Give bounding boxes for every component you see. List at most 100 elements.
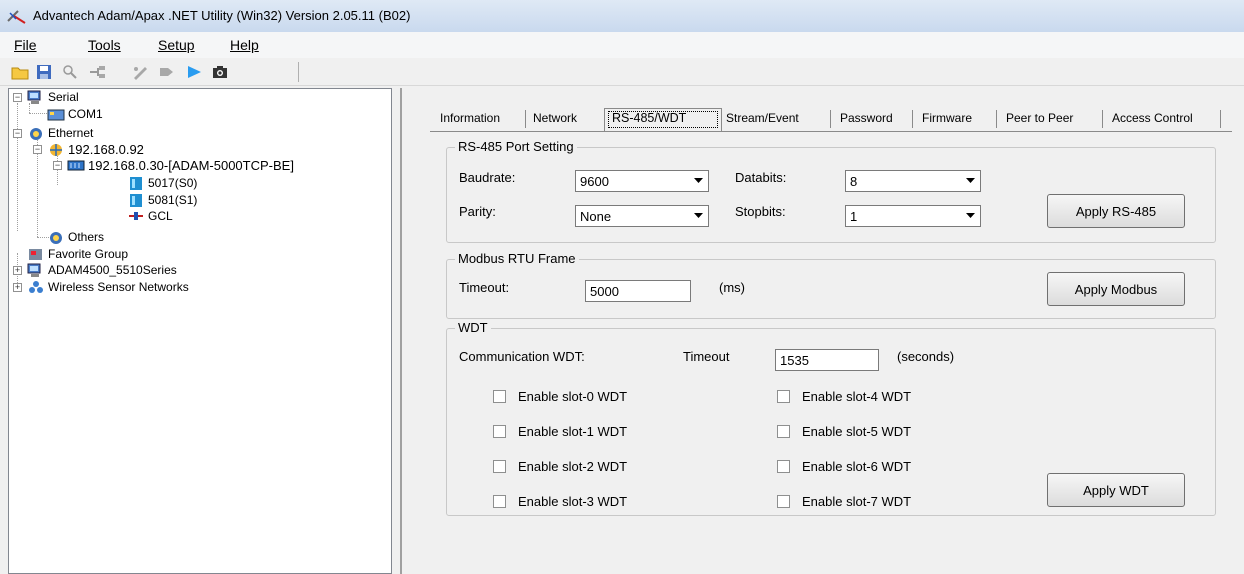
slot-3-wdt-label: Enable slot-3 WDT — [518, 493, 628, 509]
menu-file[interactable]: File — [14, 37, 37, 53]
apply-modbus-button[interactable]: Apply Modbus — [1047, 272, 1185, 306]
tree-item-slot0-label: 5017(S0) — [148, 176, 198, 190]
slot-5-wdt-label: Enable slot-5 WDT — [802, 423, 912, 439]
module-icon — [130, 176, 142, 190]
wdt-group: WDT Communication WDT: Timeout 1535 (sec… — [446, 320, 1216, 516]
chevron-down-icon — [690, 208, 706, 224]
tab-rs485-wdt[interactable]: RS-485/WDT — [612, 111, 686, 125]
search-icon[interactable] — [60, 62, 80, 82]
slot-7-wdt-checkbox[interactable]: Enable slot-7 WDT — [777, 493, 911, 509]
baudrate-label: Baudrate: — [459, 170, 516, 185]
tree-item-adam4500[interactable]: ADAM4500_5510Series — [27, 262, 177, 278]
app-icon — [7, 10, 26, 24]
collapse-icon[interactable]: − — [13, 93, 22, 102]
slot-1-wdt-checkbox[interactable]: Enable slot-1 WDT — [493, 423, 627, 439]
checkbox-box — [493, 389, 506, 403]
collapse-icon[interactable]: − — [13, 129, 22, 138]
tree-item-host[interactable]: 192.168.0.92 — [47, 141, 144, 157]
slot-2-wdt-checkbox[interactable]: Enable slot-2 WDT — [493, 458, 627, 474]
tree-item-gcl[interactable]: GCL — [127, 208, 173, 224]
others-icon — [50, 231, 62, 244]
tree-line — [17, 103, 18, 231]
slot-4-wdt-checkbox[interactable]: Enable slot-4 WDT — [777, 388, 911, 404]
save-icon[interactable] — [34, 62, 54, 82]
connect-icon[interactable] — [130, 62, 150, 82]
expand-icon[interactable]: + — [13, 266, 22, 275]
databits-value: 8 — [850, 174, 858, 189]
tab-separator — [996, 110, 997, 128]
module-icon — [130, 193, 142, 207]
toolbar — [0, 58, 1244, 86]
tree-item-com1[interactable]: COM1 — [47, 106, 103, 122]
checkbox-box — [493, 459, 506, 473]
slot-7-wdt-label: Enable slot-7 WDT — [802, 493, 912, 509]
menu-tools[interactable]: Tools — [88, 37, 121, 53]
chevron-down-icon — [962, 208, 978, 224]
title-bar: Advantech Adam/Apax .NET Utility (Win32)… — [0, 0, 1244, 32]
tree-item-device-label: 192.168.0.30-[ADAM-5000TCP-BE] — [88, 157, 294, 173]
tab-separator — [912, 110, 913, 128]
tree-item-slot1[interactable]: 5081(S1) — [127, 192, 197, 208]
tree-item-favorite[interactable]: Favorite Group — [27, 246, 128, 262]
network-globe-icon — [50, 143, 62, 156]
stopbits-select[interactable]: 1 — [845, 205, 981, 227]
run-icon[interactable] — [184, 62, 204, 82]
modbus-timeout-input[interactable]: 5000 — [585, 280, 691, 302]
device-icon — [67, 160, 85, 170]
checkbox-box — [777, 494, 790, 508]
menu-tools-label: Tools — [88, 37, 121, 53]
toolbar-separator — [298, 62, 299, 82]
camera-icon[interactable] — [210, 62, 230, 82]
tree-item-serial[interactable]: Serial — [27, 89, 79, 105]
apply-rs485-button[interactable]: Apply RS-485 — [1047, 194, 1185, 228]
network-scan-icon[interactable] — [88, 62, 108, 82]
tree-item-others[interactable]: Others — [47, 229, 104, 245]
slot-3-wdt-checkbox[interactable]: Enable slot-3 WDT — [493, 493, 627, 509]
databits-select[interactable]: 8 — [845, 170, 981, 192]
tree-item-device[interactable]: 192.168.0.30-[ADAM-5000TCP-BE] — [67, 157, 294, 173]
collapse-icon[interactable]: − — [53, 161, 62, 170]
tab-separator — [1220, 110, 1221, 128]
menu-setup[interactable]: Setup — [158, 37, 195, 53]
parity-select[interactable]: None — [575, 205, 709, 227]
tab-information[interactable]: Information — [440, 111, 500, 125]
open-icon[interactable] — [10, 62, 30, 82]
rs485-group-title: RS-485 Port Setting — [455, 139, 577, 154]
tree-item-ethernet-label: Ethernet — [48, 126, 94, 140]
tab-network[interactable]: Network — [533, 111, 577, 125]
wdt-timeout-input[interactable]: 1535 — [775, 349, 879, 371]
disconnect-icon[interactable] — [158, 62, 178, 82]
slot-0-wdt-checkbox[interactable]: Enable slot-0 WDT — [493, 388, 627, 404]
slot-2-wdt-label: Enable slot-2 WDT — [518, 458, 628, 474]
slot-6-wdt-checkbox[interactable]: Enable slot-6 WDT — [777, 458, 911, 474]
modbus-group-title: Modbus RTU Frame — [455, 251, 579, 266]
databits-label: Databits: — [735, 170, 787, 185]
tree-item-slot0[interactable]: 5017(S0) — [127, 175, 197, 191]
wdt-group-title: WDT — [455, 320, 491, 335]
tree-item-ethernet[interactable]: Ethernet — [27, 125, 93, 141]
expand-icon[interactable]: + — [13, 283, 22, 292]
com-port-icon — [47, 109, 65, 120]
parity-value: None — [580, 209, 612, 224]
ethernet-icon — [30, 127, 42, 140]
baudrate-select[interactable]: 9600 — [575, 170, 709, 192]
tab-access-control[interactable]: Access Control — [1112, 111, 1193, 125]
tab-content-rs485-wdt: RS-485 Port Setting Baudrate: 9600 Datab… — [430, 131, 1232, 574]
slot-1-wdt-label: Enable slot-1 WDT — [518, 423, 628, 439]
tree-item-wsn[interactable]: Wireless Sensor Networks — [27, 279, 189, 295]
tree-item-others-label: Others — [68, 230, 105, 244]
tab-stream-event[interactable]: Stream/Event — [726, 111, 799, 125]
wireless-icon — [29, 280, 43, 293]
slot-5-wdt-checkbox[interactable]: Enable slot-5 WDT — [777, 423, 911, 439]
menu-help[interactable]: Help — [230, 37, 259, 53]
tab-firmware[interactable]: Firmware — [922, 111, 972, 125]
apply-wdt-button[interactable]: Apply WDT — [1047, 473, 1185, 507]
tab-peer-to-peer[interactable]: Peer to Peer — [1006, 111, 1073, 125]
tab-password[interactable]: Password — [840, 111, 893, 125]
collapse-icon[interactable]: − — [33, 145, 42, 154]
tree-item-gcl-label: GCL — [148, 209, 173, 223]
rs485-group: RS-485 Port Setting Baudrate: 9600 Datab… — [446, 139, 1216, 243]
checkbox-box — [777, 389, 790, 403]
tree-item-favorite-label: Favorite Group — [48, 247, 129, 261]
device-tree[interactable]: − Serial COM1 − Ethernet − 192.168.0.92 … — [8, 88, 392, 574]
